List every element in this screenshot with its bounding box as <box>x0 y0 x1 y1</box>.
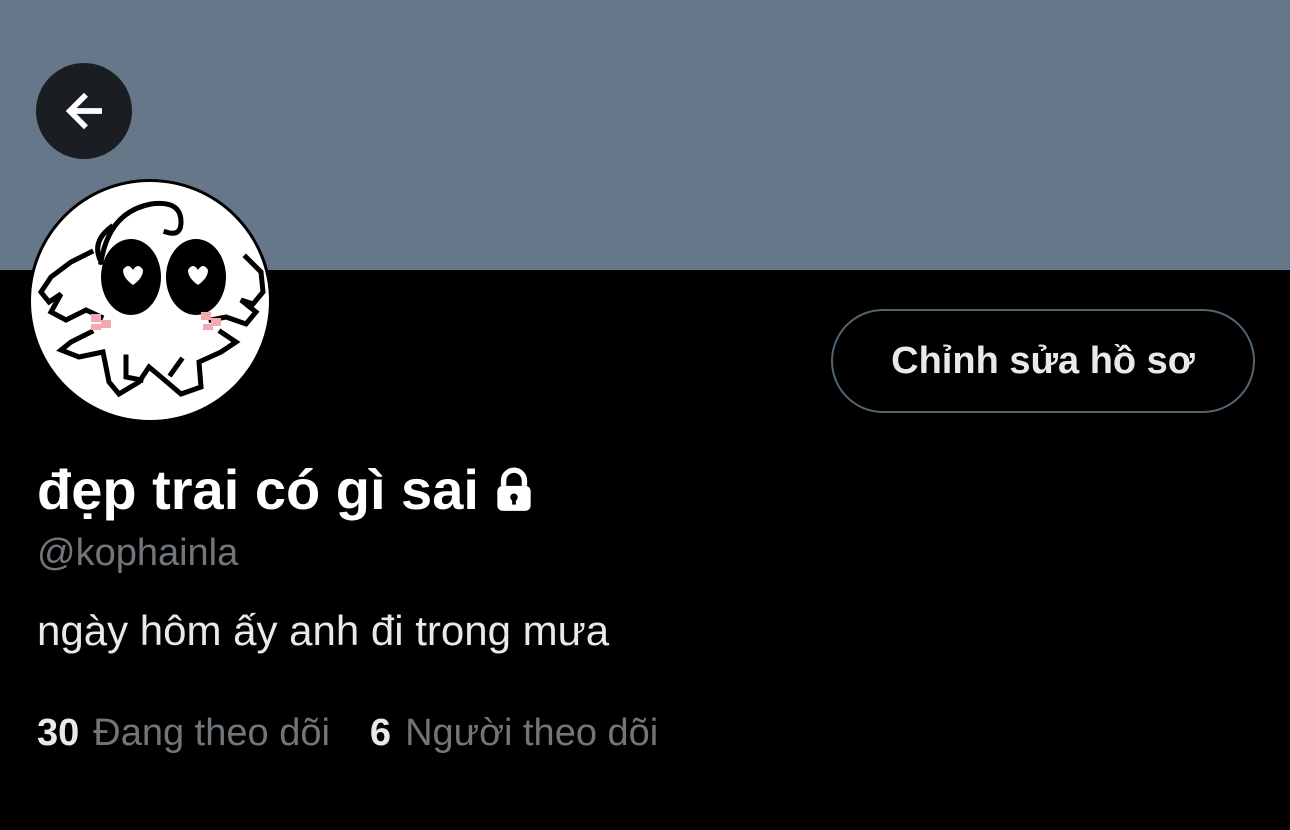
follow-stats: 30 Đang theo dõi 6 Người theo dõi <box>37 710 658 756</box>
edit-profile-button[interactable]: Chỉnh sửa hồ sơ <box>831 309 1255 413</box>
following-count: 30 <box>37 712 80 754</box>
following-link[interactable]: 30 Đang theo dõi <box>37 710 330 756</box>
avatar-image <box>31 182 269 420</box>
lock-icon <box>497 467 531 511</box>
followers-count: 6 <box>369 712 392 754</box>
followers-label: Người theo dõi <box>405 712 659 754</box>
followers-link[interactable]: 6 Người theo dõi <box>370 710 658 756</box>
display-name: đẹp trai có gì sai <box>37 458 479 521</box>
following-label: Đang theo dõi <box>93 712 330 754</box>
arrow-left-icon <box>65 92 102 130</box>
display-name-row: đẹp trai có gì sai <box>37 455 539 525</box>
back-button[interactable] <box>36 63 132 159</box>
username-handle: @kophainla <box>37 532 239 574</box>
profile-bio: ngày hôm ấy anh đi trong mưa <box>37 607 610 654</box>
profile-page: Chỉnh sửa hồ sơ đẹp trai có gì sai @koph… <box>0 0 1290 830</box>
avatar[interactable] <box>28 179 272 423</box>
